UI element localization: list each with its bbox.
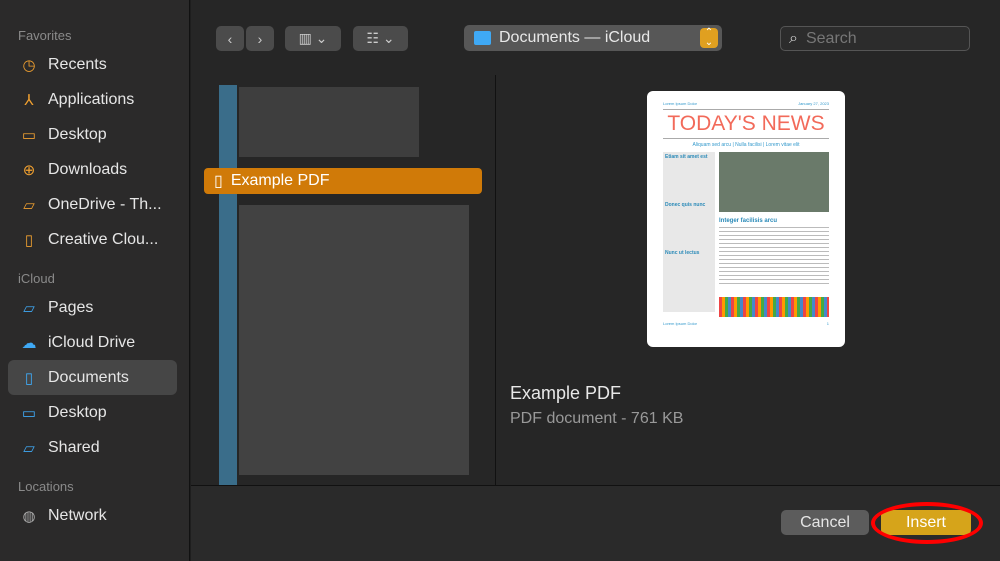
highlight-ring	[871, 502, 983, 544]
thumb-title: TODAY'S NEWS	[663, 109, 829, 139]
pencils-image	[719, 297, 829, 317]
stepper-icon: ⌃ ⌄	[700, 28, 718, 48]
sidebar-item-onedrive[interactable]: ▱ OneDrive - Th...	[8, 187, 177, 222]
label: Pages	[48, 298, 94, 316]
toolbar: ‹ › ▥ ⌄ ☷ ⌄ Documents — iCloud ⌃ ⌄ ⌕ Search	[191, 0, 1000, 75]
sidebar-item-network[interactable]: ◍ Network	[8, 498, 177, 533]
blurred-icons	[219, 85, 237, 485]
location-popup[interactable]: Documents — iCloud ⌃ ⌄	[464, 25, 722, 51]
action-bar: Cancel Insert	[191, 485, 1000, 561]
back-button[interactable]: ‹	[216, 26, 244, 51]
preview-file-meta: PDF document - 761 KB	[510, 410, 684, 427]
blurred-rows	[239, 205, 469, 475]
label: Creative Clou...	[48, 230, 159, 248]
blurred-rows	[239, 87, 419, 157]
sidebar-item-desktop[interactable]: ▭ Desktop	[8, 117, 177, 152]
search-icon: ⌕	[789, 29, 798, 47]
label: Shared	[48, 438, 100, 456]
label: Desktop	[48, 403, 107, 421]
sidebar-item-recents[interactable]: ◷ Recents	[8, 47, 177, 82]
sidebar-item-documents[interactable]: ▯ Documents	[8, 360, 177, 395]
label: Recents	[48, 55, 107, 73]
search-placeholder: Search	[805, 29, 857, 47]
columns-icon: ▥ ⌄	[298, 30, 328, 46]
document-icon: ▯	[24, 369, 34, 387]
forward-button[interactable]: ›	[246, 26, 274, 51]
grid-icon: ☷ ⌄	[366, 30, 395, 46]
file-column[interactable]: ▯ Example PDF	[199, 75, 496, 485]
label: Network	[48, 506, 107, 524]
folder-icon: ▱	[23, 196, 35, 214]
sidebar-item-pages[interactable]: ▱ Pages	[8, 290, 177, 325]
thumb-header: Lorem Ipsum Dolor	[663, 101, 698, 106]
file-row-selected[interactable]: ▯ Example PDF	[204, 168, 482, 194]
sidebar-item-icloud-drive[interactable]: ☁ iCloud Drive	[8, 325, 177, 360]
thumb-page: 1	[826, 321, 829, 326]
classroom-photo	[719, 152, 829, 212]
globe-icon: ◍	[22, 507, 36, 525]
section-icloud: iCloud	[18, 271, 55, 286]
file-name: Example PDF	[230, 172, 330, 189]
label: Desktop	[48, 125, 107, 143]
label: Downloads	[48, 160, 128, 178]
search-field[interactable]: ⌕ Search	[780, 26, 970, 51]
sidebar-item-creative-cloud[interactable]: ▯ Creative Clou...	[8, 222, 177, 257]
pdf-thumbnail: Lorem Ipsum Dolor January 27, 2023 TODAY'…	[647, 91, 845, 347]
cloud-icon: ☁	[21, 334, 37, 352]
download-icon: ⊕	[22, 161, 36, 179]
thumb-sidebar: Etiam sit amet est Donec quis nunc Nunc …	[663, 152, 715, 312]
thumb-side-head: Etiam sit amet est	[665, 154, 708, 160]
folder-icon	[474, 31, 491, 45]
sidebar-item-icloud-desktop[interactable]: ▭ Desktop	[8, 395, 177, 430]
preview-file-name: Example PDF	[510, 383, 622, 403]
folder-icon: ▱	[23, 299, 35, 317]
section-favorites: Favorites	[18, 28, 72, 43]
label: OneDrive - Th...	[48, 195, 162, 213]
chevron-right-icon: ›	[257, 30, 263, 47]
location-label: Documents — iCloud	[499, 29, 651, 46]
desktop-icon: ▭	[21, 404, 37, 422]
main-area: ‹ › ▥ ⌄ ☷ ⌄ Documents — iCloud ⌃ ⌄ ⌕ Search…	[191, 0, 1000, 561]
pdf-file-icon: ▯	[214, 173, 223, 190]
thumb-date: January 27, 2023	[798, 101, 829, 106]
clock-icon: ◷	[22, 56, 36, 74]
thumb-footer: Lorem Ipsum Dolor	[663, 321, 698, 326]
section-locations: Locations	[18, 479, 74, 494]
label: Documents	[48, 368, 129, 386]
sidebar-item-shared[interactable]: ▱ Shared	[8, 430, 177, 465]
group-button[interactable]: ☷ ⌄	[353, 26, 408, 51]
desktop-icon: ▭	[21, 126, 37, 144]
sidebar-item-applications[interactable]: ⅄ Applications	[8, 82, 177, 117]
sidebar: Favorites ◷ Recents ⅄ Applications ▭ Deskto…	[0, 0, 190, 561]
sidebar-item-downloads[interactable]: ⊕ Downloads	[8, 152, 177, 187]
shared-folder-icon: ▱	[23, 439, 35, 457]
thumb-body-text	[719, 227, 829, 287]
thumb-main-head: Integer facilisis arcu	[719, 218, 778, 224]
label: Applications	[48, 90, 135, 108]
applications-icon: ⅄	[24, 91, 34, 109]
thumb-subtitle: Aliquam sed arcu | Nulla facilisi | Lore…	[692, 142, 800, 148]
thumb-side-head: Nunc ut lectus	[665, 250, 700, 256]
chevron-left-icon: ‹	[227, 30, 233, 47]
label: iCloud Drive	[48, 333, 136, 351]
cancel-button[interactable]: Cancel	[781, 510, 869, 535]
view-mode-button[interactable]: ▥ ⌄	[285, 26, 341, 51]
preview-pane: Lorem Ipsum Dolor January 27, 2023 TODAY'…	[497, 75, 1000, 485]
document-icon: ▯	[24, 231, 34, 249]
